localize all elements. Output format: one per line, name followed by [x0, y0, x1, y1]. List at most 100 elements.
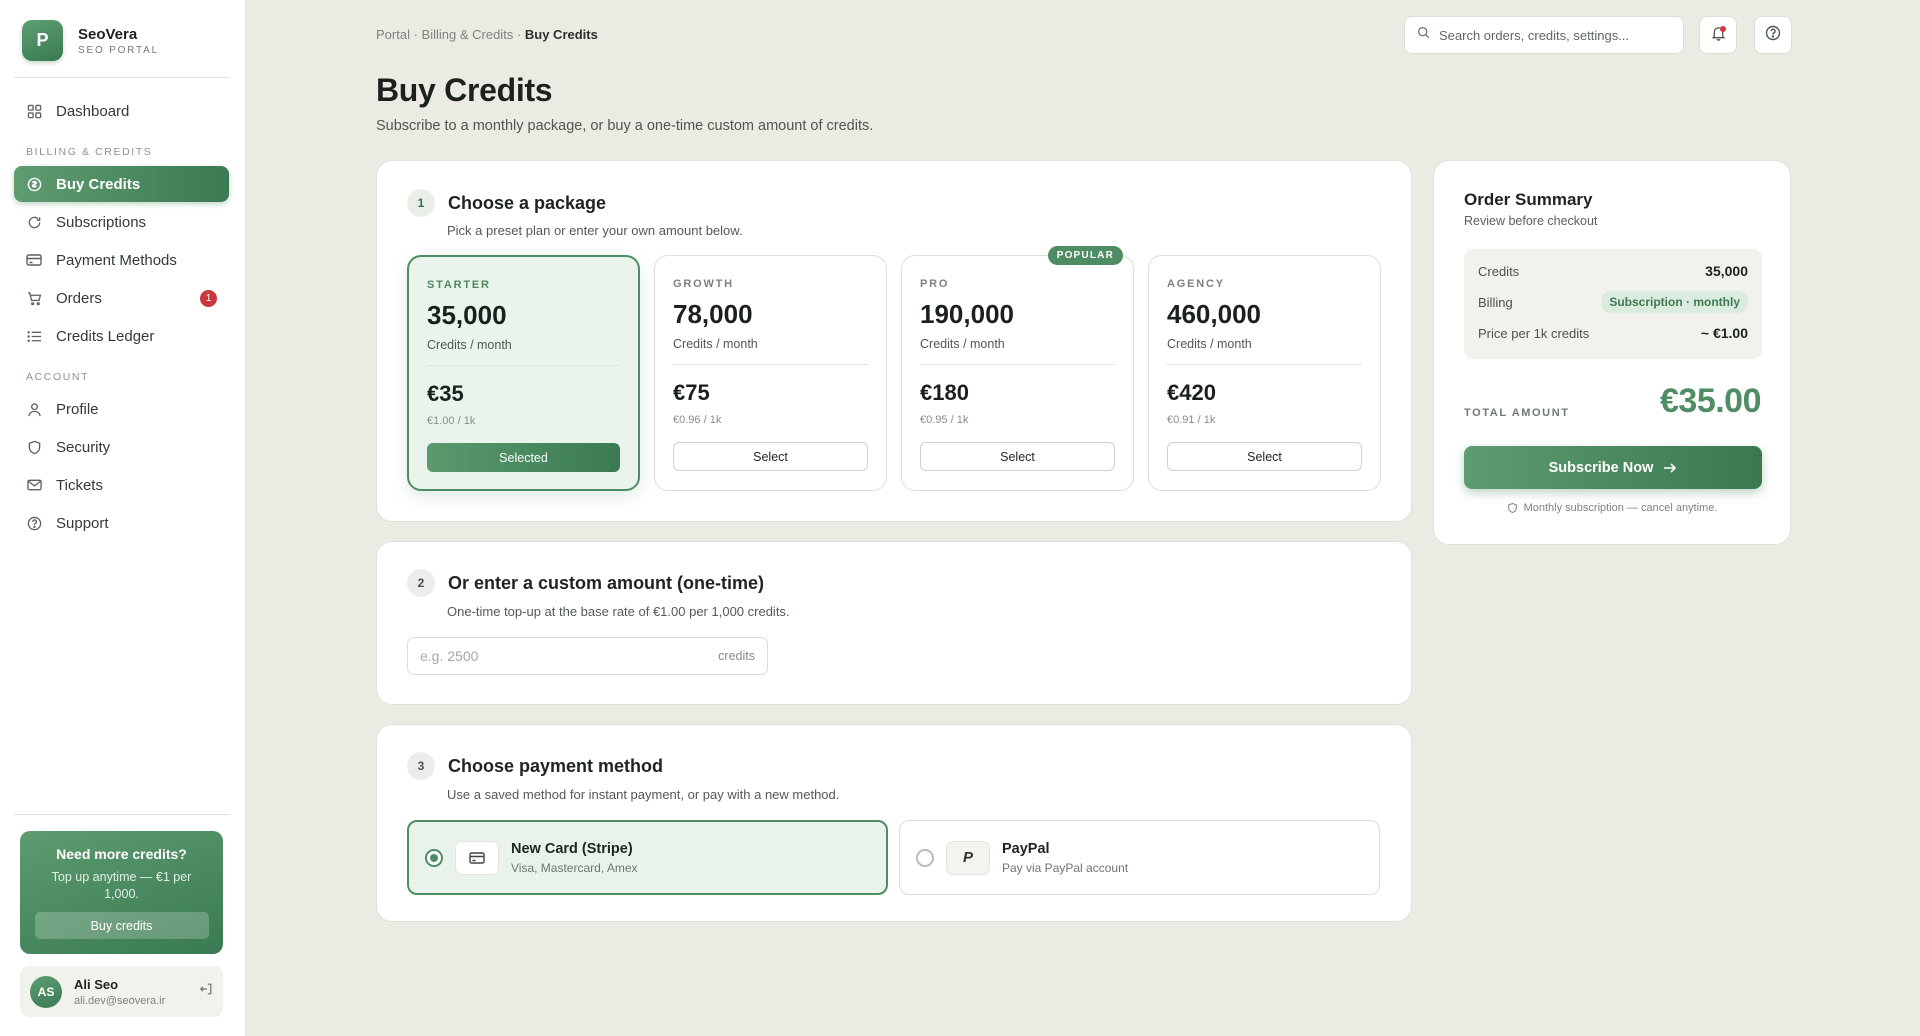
divider — [427, 365, 620, 366]
paypal-icon: P — [946, 840, 990, 875]
shield-icon — [26, 439, 42, 455]
help-icon — [26, 515, 42, 531]
sidebar-divider — [14, 814, 230, 815]
package-agency[interactable]: AGENCY 460,000 Credits / month €420 €0.9… — [1148, 255, 1381, 491]
breadcrumb-portal[interactable]: Portal — [376, 27, 410, 42]
summary-row-billing: Billing Subscription · monthly — [1478, 291, 1748, 313]
list-icon — [26, 328, 42, 344]
package-credits: 78,000 — [673, 299, 753, 329]
sidebar-item-dashboard[interactable]: Dashboard — [14, 93, 229, 129]
summary-subtitle: Review before checkout — [1464, 214, 1598, 228]
step-header: 2 Or enter a custom amount (one-time) — [407, 569, 764, 597]
sidebar-item-label: Credits Ledger — [56, 327, 155, 345]
sidebar-item-profile[interactable]: Profile — [14, 391, 229, 427]
search-box[interactable] — [1404, 16, 1684, 54]
user-icon — [26, 401, 42, 417]
step-subtitle: Pick a preset plan or enter your own amo… — [447, 223, 743, 238]
sidebar-item-tickets[interactable]: Tickets — [14, 467, 229, 503]
divider — [1167, 364, 1362, 365]
sidebar-item-label: Payment Methods — [56, 251, 177, 269]
step-subtitle: One-time top-up at the base rate of €1.0… — [447, 604, 790, 619]
package-name: GROWTH — [673, 278, 734, 290]
custom-amount-field[interactable]: credits — [407, 637, 768, 675]
package-name: AGENCY — [1167, 278, 1225, 290]
package-name: STARTER — [427, 279, 491, 291]
payment-option-card[interactable]: New Card (Stripe) Visa, Mastercard, Amex — [407, 820, 888, 895]
summary-label: Price per 1k credits — [1478, 325, 1590, 341]
package-price-per-1k: €0.96 / 1k — [673, 414, 722, 426]
package-price-per-1k: €0.91 / 1k — [1167, 414, 1216, 426]
brand[interactable]: P SeoVera SEO PORTAL — [22, 20, 159, 61]
subscribe-label: Subscribe Now — [1548, 459, 1654, 476]
step-number: 2 — [407, 569, 435, 597]
brand-subtitle: SEO PORTAL — [78, 44, 159, 56]
package-pro[interactable]: POPULAR PRO 190,000 Credits / month €180… — [901, 246, 1134, 491]
summary-title: Order Summary — [1464, 190, 1593, 209]
card-icon — [455, 840, 499, 875]
package-growth[interactable]: GROWTH 78,000 Credits / month €75 €0.96 … — [654, 255, 887, 491]
payment-option-paypal[interactable]: P PayPal Pay via PayPal account — [899, 820, 1380, 895]
radio-unselected[interactable] — [916, 848, 934, 867]
logout-icon[interactable] — [199, 982, 213, 1001]
sidebar-item-payment-methods[interactable]: Payment Methods — [14, 242, 229, 278]
user-card[interactable]: AS Ali Seo ali.dev@seovera.ir — [20, 966, 223, 1017]
step-subtitle: Use a saved method for instant payment, … — [447, 787, 840, 802]
payment-option-desc: Visa, Mastercard, Amex — [511, 860, 638, 875]
breadcrumb-current: Buy Credits — [524, 27, 598, 42]
search-icon — [1417, 26, 1430, 44]
sidebar-item-label: Support — [56, 514, 109, 532]
sidebar-item-orders[interactable]: Orders 1 — [14, 280, 229, 316]
summary-details: Credits 35,000 Billing Subscription · mo… — [1464, 249, 1762, 359]
grid-icon — [26, 103, 42, 119]
package-selected-button[interactable]: Selected — [427, 443, 620, 472]
choose-package-card: 1 Choose a package Pick a preset plan or… — [376, 160, 1412, 522]
payment-option-name: PayPal — [1002, 840, 1050, 857]
sidebar-item-label: Orders — [56, 289, 102, 307]
package-select-button[interactable]: Select — [1167, 442, 1362, 471]
breadcrumb-billing[interactable]: Billing & Credits — [422, 27, 514, 42]
package-unit: Credits / month — [1167, 337, 1252, 351]
step-number: 3 — [407, 752, 435, 780]
package-price: €420 — [1167, 380, 1216, 405]
package-price: €75 — [673, 380, 710, 405]
step-title: Choose payment method — [448, 755, 664, 776]
payment-option-name: New Card (Stripe) — [511, 840, 633, 857]
package-select-button[interactable]: Select — [920, 442, 1115, 471]
sidebar-item-subscriptions[interactable]: Subscriptions — [14, 204, 229, 240]
subscribe-now-button[interactable]: Subscribe Now — [1464, 446, 1762, 489]
notifications-button[interactable] — [1699, 16, 1737, 54]
package-starter[interactable]: STARTER 35,000 Credits / month €35 €1.00… — [407, 255, 640, 491]
divider — [673, 364, 868, 365]
summary-value: 35,000 — [1705, 263, 1748, 279]
sidebar-item-label: Subscriptions — [56, 213, 147, 231]
sidebar-item-support[interactable]: Support — [14, 505, 229, 541]
summary-row-credits: Credits 35,000 — [1478, 263, 1748, 279]
radio-selected[interactable] — [425, 848, 443, 867]
refresh-icon — [26, 214, 42, 230]
card-icon — [26, 252, 42, 268]
package-price: €180 — [920, 380, 969, 405]
help-button[interactable] — [1754, 16, 1792, 54]
step-header: 1 Choose a package — [407, 189, 606, 217]
sidebar-item-security[interactable]: Security — [14, 429, 229, 465]
user-name: Ali Seo — [74, 976, 119, 992]
package-unit: Credits / month — [673, 337, 758, 351]
sidebar-item-credits-ledger[interactable]: Credits Ledger — [14, 318, 229, 354]
package-select-button[interactable]: Select — [673, 442, 868, 471]
mail-icon — [26, 477, 42, 493]
promo-buy-credits-button[interactable]: Buy credits — [34, 912, 209, 939]
popular-badge: POPULAR — [1047, 246, 1123, 265]
payment-method-card: 3 Choose payment method Use a saved meth… — [376, 724, 1412, 922]
sidebar-section-account: ACCOUNT — [26, 371, 90, 383]
total-label: TOTAL AMOUNT — [1464, 407, 1570, 419]
step-number: 1 — [407, 189, 435, 217]
sidebar-item-label: Dashboard — [56, 102, 130, 120]
package-price-per-1k: €1.00 / 1k — [427, 415, 476, 427]
orders-count-badge: 1 — [200, 289, 217, 307]
total-amount: €35.00 — [1660, 382, 1762, 420]
divider — [920, 364, 1115, 365]
payment-option-desc: Pay via PayPal account — [1002, 860, 1129, 875]
custom-amount-input[interactable] — [420, 648, 719, 664]
sidebar-item-buy-credits[interactable]: Buy Credits — [14, 166, 229, 202]
search-input[interactable] — [1439, 27, 1669, 43]
